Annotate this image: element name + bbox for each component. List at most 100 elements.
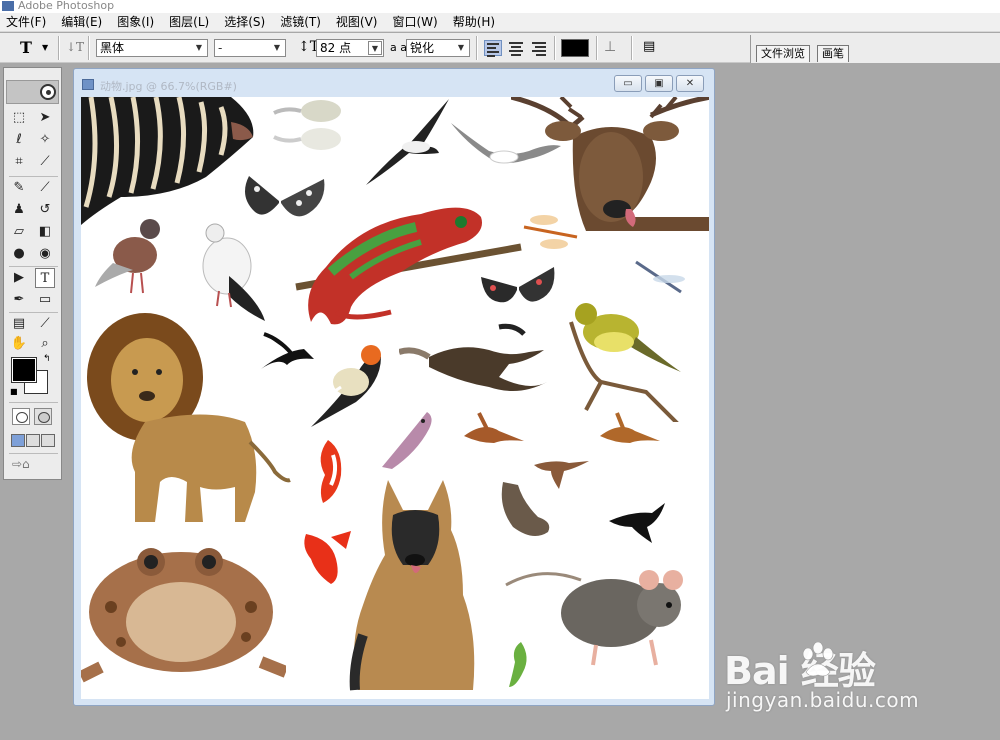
align-center-button[interactable] <box>507 40 525 56</box>
crop-tool-icon[interactable]: ⌗ <box>9 152 29 172</box>
align-right-button[interactable] <box>530 40 548 56</box>
menu-window[interactable]: 窗口(W) <box>392 13 437 32</box>
photoshop-logo-icon <box>2 1 14 11</box>
text-color-swatch[interactable] <box>561 39 589 57</box>
menu-filter[interactable]: 滤镜(T) <box>280 13 321 32</box>
anti-alias-value: 锐化 <box>410 41 435 55</box>
default-colors-icon[interactable]: ■ <box>10 387 18 396</box>
baidu-jingyan-watermark: Bai 经验 jingyan.baidu.com <box>724 640 944 730</box>
healing-brush-tool-icon[interactable]: ✎ <box>9 178 29 198</box>
clone-stamp-tool-icon[interactable]: ♟ <box>9 200 29 220</box>
pen-tool-icon[interactable]: ✒ <box>9 290 29 310</box>
dodge-tool-icon[interactable]: ◉ <box>35 244 55 264</box>
notes-tool-icon[interactable]: ▤ <box>9 314 29 334</box>
warp-text-icon[interactable]: ⊥ <box>604 39 616 55</box>
zebra-image <box>81 97 254 225</box>
font-size-select[interactable]: 82 点 ▼ <box>316 39 384 57</box>
chevron-down-icon: ▼ <box>195 43 203 52</box>
font-style-select[interactable]: - ▼ <box>214 39 286 57</box>
menu-edit[interactable]: 编辑(E) <box>61 13 102 32</box>
chevron-down-icon: ▼ <box>273 43 281 52</box>
fish-purple-image <box>382 412 432 469</box>
menu-select[interactable]: 选择(S) <box>224 13 265 32</box>
bird-flying-2-image <box>600 412 660 443</box>
separator <box>554 36 556 60</box>
separator <box>631 36 633 60</box>
bird-flying-1-image <box>464 412 524 443</box>
move-tool-icon[interactable]: ➤ <box>35 108 55 128</box>
zoom-tool-icon[interactable]: ⌕ <box>35 334 55 354</box>
eraser-tool-icon[interactable]: ▱ <box>9 222 29 242</box>
slice-tool-icon[interactable]: ⟋ <box>35 152 55 172</box>
history-brush-tool-icon[interactable]: ↺ <box>35 200 55 220</box>
full-screen-menu-mode-button[interactable] <box>26 434 40 447</box>
hand-tool-icon[interactable]: ✋ <box>9 334 29 354</box>
quick-mask-mode-button[interactable] <box>34 408 52 425</box>
marquee-tool-icon[interactable]: ⬚ <box>9 108 29 128</box>
swap-colors-icon[interactable]: ↰ <box>43 354 51 364</box>
minimize-button[interactable]: ▭ <box>614 75 642 92</box>
anti-alias-select[interactable]: 锐化 ▼ <box>406 39 470 57</box>
deer-image <box>511 97 709 231</box>
watermark-url: jingyan.baidu.com <box>726 688 920 712</box>
standard-screen-mode-button[interactable] <box>11 434 25 447</box>
close-button[interactable]: ✕ <box>676 75 704 92</box>
eyedropper-tool-icon[interactable]: ⟋ <box>35 314 55 334</box>
separator <box>58 36 60 60</box>
app-title-bar: Adobe Photoshop <box>0 0 1000 13</box>
text-tool-preset-icon[interactable]: T <box>20 38 32 57</box>
anti-alias-icon: a a <box>390 41 407 54</box>
toolbox-divider <box>9 402 58 403</box>
standard-mode-button[interactable] <box>12 408 30 425</box>
menu-image[interactable]: 图象(I) <box>117 13 154 32</box>
image-canvas[interactable] <box>81 97 709 699</box>
menu-help[interactable]: 帮助(H) <box>453 13 495 32</box>
toolbox: ⬚ ➤ ℓ ✧ ⌗ ⟋ ✎ ⟋ ♟ ↺ ▱ ◧ ● ◉ ▶ T ✒ ▭ ▤ ⟋ … <box>3 67 62 480</box>
swallow-2-image <box>609 503 665 543</box>
font-family-select[interactable]: 黑体 ▼ <box>96 39 208 57</box>
document-title: 动物.jpg @ 66.7%(RGB#) <box>100 80 237 93</box>
toolbox-divider <box>9 266 58 267</box>
font-size-value: 82 点 <box>320 41 352 55</box>
frog-image <box>81 548 286 683</box>
swans-image <box>273 100 341 150</box>
chevron-down-icon: ▼ <box>368 41 382 55</box>
text-orientation-icon[interactable]: ↓T <box>66 40 84 56</box>
brush-tool-icon[interactable]: ⟋ <box>35 178 55 198</box>
jump-to-imageready-icon[interactable]: ⇨⌂ <box>12 457 30 471</box>
type-tool-icon[interactable]: T <box>35 268 55 288</box>
adobe-online-eye-icon[interactable] <box>40 84 56 100</box>
mole-image <box>501 482 550 536</box>
goose-image <box>399 323 547 391</box>
yellow-bird-image <box>569 303 681 422</box>
toolbox-divider <box>9 312 58 313</box>
seagull-image <box>366 99 449 185</box>
font-style-value: - <box>218 41 223 55</box>
menu-layer[interactable]: 图层(L) <box>169 13 209 32</box>
menu-file[interactable]: 文件(F) <box>6 13 46 32</box>
toolbox-header[interactable] <box>6 80 59 104</box>
document-title-bar[interactable]: 动物.jpg @ 66.7%(RGB#) ▭ ▣ ✕ <box>74 69 714 97</box>
document-window: 动物.jpg @ 66.7%(RGB#) ▭ ▣ ✕ <box>73 68 715 706</box>
app-title: Adobe Photoshop <box>18 0 115 12</box>
preset-dropdown-icon[interactable]: ▼ <box>42 43 48 52</box>
tab-brushes[interactable]: 画笔 <box>817 45 849 62</box>
separator <box>476 36 478 60</box>
tab-file-browser[interactable]: 文件浏览 <box>756 45 810 62</box>
foreground-color-swatch[interactable] <box>11 357 37 383</box>
gradient-tool-icon[interactable]: ◧ <box>35 222 55 242</box>
pigeon-white-image <box>202 223 265 321</box>
lasso-tool-icon[interactable]: ℓ <box>9 130 29 150</box>
maximize-button[interactable]: ▣ <box>645 75 673 92</box>
magic-wand-tool-icon[interactable]: ✧ <box>35 130 55 150</box>
separator <box>596 36 598 60</box>
document-icon <box>82 79 94 90</box>
oriole-image <box>311 345 381 427</box>
path-selection-tool-icon[interactable]: ▶ <box>9 268 29 288</box>
align-left-button[interactable] <box>484 40 502 57</box>
menu-view[interactable]: 视图(V) <box>336 13 378 32</box>
blur-tool-icon[interactable]: ● <box>9 244 29 264</box>
full-screen-mode-button[interactable] <box>41 434 55 447</box>
rectangle-tool-icon[interactable]: ▭ <box>35 290 55 310</box>
character-palette-icon[interactable]: ▤ <box>643 39 655 54</box>
